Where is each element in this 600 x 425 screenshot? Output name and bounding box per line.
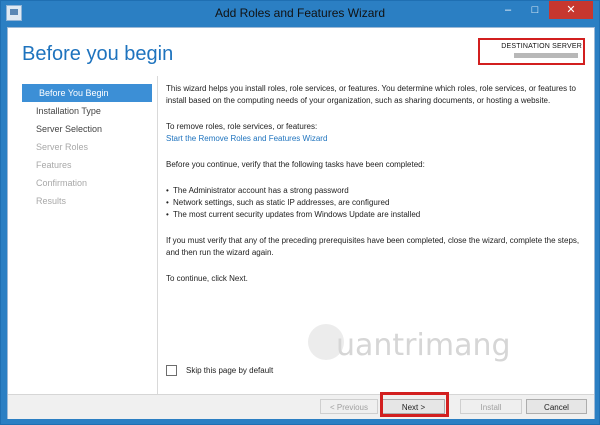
watermark-text: uantrimang xyxy=(336,328,511,363)
wizard-content: This wizard helps you install roles, rol… xyxy=(166,83,586,299)
install-button: Install xyxy=(460,399,522,414)
destination-server-highlight xyxy=(478,38,585,65)
next-button-highlight xyxy=(380,392,449,417)
step-confirmation: Confirmation xyxy=(36,178,88,188)
prerequisite-list: The Administrator account has a strong p… xyxy=(166,185,586,221)
window-controls: ‒ □ ✕ xyxy=(494,1,593,21)
step-before-you-begin[interactable]: Before You Begin xyxy=(22,84,152,102)
remove-section: To remove roles, role services, or featu… xyxy=(166,121,586,145)
skip-page-option[interactable]: Skip this page by default xyxy=(166,365,273,376)
prerequisite-item: The most current security updates from W… xyxy=(166,209,586,221)
cancel-button[interactable]: Cancel xyxy=(526,399,587,414)
wizard-client-area: Before you begin DESTINATION SERVER Befo… xyxy=(7,27,595,419)
prerequisite-instructions: If you must verify that any of the prece… xyxy=(166,236,580,257)
verify-text: Before you continue, verify that the fol… xyxy=(166,160,425,169)
page-title: Before you begin xyxy=(22,43,174,65)
step-results: Results xyxy=(36,196,67,206)
previous-button: < Previous xyxy=(320,399,378,414)
step-features: Features xyxy=(36,160,72,170)
step-server-roles: Server Roles xyxy=(36,142,89,152)
step-installation-type[interactable]: Installation Type xyxy=(22,102,152,120)
remove-roles-link[interactable]: Start the Remove Roles and Features Wiza… xyxy=(166,134,327,143)
step-server-selection[interactable]: Server Selection xyxy=(22,120,152,138)
wizard-step-list: Before You Begin Installation Type Serve… xyxy=(22,84,152,210)
watermark-logo: uantrimang xyxy=(308,318,538,378)
skip-page-label: Skip this page by default xyxy=(186,366,274,375)
close-button[interactable]: ✕ xyxy=(549,1,593,19)
intro-text: This wizard helps you install roles, rol… xyxy=(166,84,576,105)
wizard-window: Add Roles and Features Wizard ‒ □ ✕ Befo… xyxy=(0,0,600,425)
wizard-footer: < Previous Next > Install Cancel xyxy=(8,394,594,419)
prerequisite-item: The Administrator account has a strong p… xyxy=(166,185,586,197)
maximize-button[interactable]: □ xyxy=(522,1,548,19)
continue-instructions: To continue, click Next. xyxy=(166,274,248,283)
remove-text: To remove roles, role services, or featu… xyxy=(166,122,318,131)
title-bar[interactable]: Add Roles and Features Wizard ‒ □ ✕ xyxy=(1,1,599,25)
vertical-divider xyxy=(157,76,158,394)
skip-page-checkbox[interactable] xyxy=(166,365,177,376)
minimize-button[interactable]: ‒ xyxy=(495,1,521,19)
prerequisite-item: Network settings, such as static IP addr… xyxy=(166,197,586,209)
